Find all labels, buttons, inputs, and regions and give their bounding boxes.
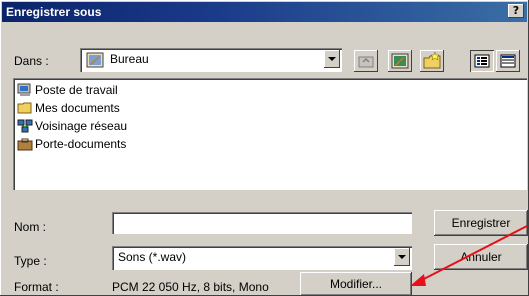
save-as-dialog: Enregistrer sous ? Dans : Bureau Poste d… (0, 0, 529, 296)
annotation-arrow-icon (410, 225, 528, 286)
